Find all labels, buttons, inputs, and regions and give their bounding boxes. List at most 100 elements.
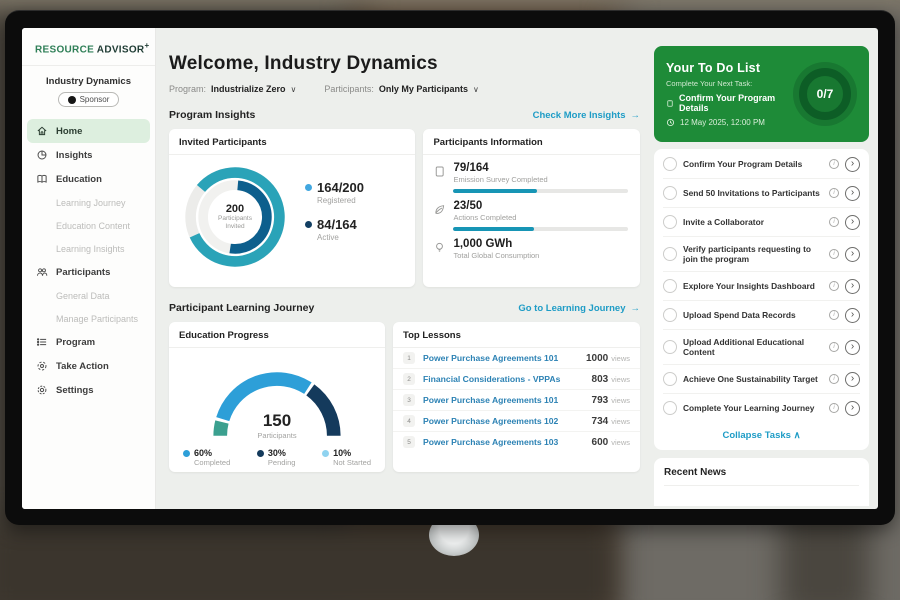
participants-value: Only My Participants xyxy=(379,84,468,94)
info-icon: i xyxy=(829,249,839,259)
task-row-2[interactable]: Send 50 Invitations to Participants i › xyxy=(663,179,860,208)
education-gauge-chart: 150 Participants xyxy=(202,358,352,440)
collapse-tasks-link[interactable]: Collapse Tasks ∧ xyxy=(663,422,860,446)
task-row-3[interactable]: Invite a Collaborator i › xyxy=(663,208,860,237)
lesson-link[interactable]: Power Purchase Agreements 101 xyxy=(423,395,592,405)
task-go-button[interactable]: › xyxy=(845,372,860,387)
lesson-link[interactable]: Financial Considerations - VPPAs xyxy=(423,374,592,384)
card-title: Invited Participants xyxy=(169,129,415,155)
logo-plus: + xyxy=(144,41,149,50)
task-go-button[interactable]: › xyxy=(845,247,860,262)
chevron-right-icon: › xyxy=(851,216,854,227)
lesson-row-1[interactable]: 1 Power Purchase Agreements 101 1000 vie… xyxy=(393,348,640,369)
sidebar-item-take-action[interactable]: Take Action xyxy=(22,354,155,378)
sidebar-item-learning-journey[interactable]: Learning Journey xyxy=(22,191,155,214)
sidebar-item-label: Insights xyxy=(56,150,92,161)
sidebar-item-learning-insights[interactable]: Learning Insights xyxy=(22,237,155,260)
stat-emission-survey: 79/164 Emission Survey Completed xyxy=(433,162,628,193)
sidebar-item-label: Education Content xyxy=(56,221,130,231)
task-checkbox[interactable] xyxy=(663,186,677,200)
leaf-icon xyxy=(433,203,446,216)
task-go-button[interactable]: › xyxy=(845,401,860,416)
check-more-insights-link[interactable]: Check More Insights → xyxy=(533,110,640,121)
task-row-1[interactable]: Confirm Your Program Details i › xyxy=(663,150,860,179)
task-go-button[interactable]: › xyxy=(845,157,860,172)
stat-label: Actions Completed xyxy=(453,213,628,222)
sidebar-item-label: Manage Participants xyxy=(56,314,138,324)
todo-subtitle: Complete Your Next Task: xyxy=(666,79,793,88)
program-label: Program: xyxy=(169,84,206,94)
task-row-6[interactable]: Upload Spend Data Records i › xyxy=(663,301,860,330)
progress-bar xyxy=(453,227,628,231)
sidebar-item-education-content[interactable]: Education Content xyxy=(22,214,155,237)
task-go-button[interactable]: › xyxy=(845,186,860,201)
lesson-row-4[interactable]: 4 Power Purchase Agreements 102 734 view… xyxy=(393,411,640,432)
donut-center-value: 200 xyxy=(226,203,244,215)
legend-label: Pending xyxy=(268,458,296,467)
program-dropdown[interactable]: Program: Industrialize Zero ∨ xyxy=(169,84,296,94)
lesson-link[interactable]: Power Purchase Agreements 101 xyxy=(423,353,586,363)
stat-value: 23/50 xyxy=(453,200,628,212)
task-label: Confirm Your Program Details xyxy=(683,159,823,170)
program-value: Industrialize Zero xyxy=(211,84,286,94)
sidebar-item-home[interactable]: Home xyxy=(27,119,150,143)
link-label: Go to Learning Journey xyxy=(518,303,625,314)
stat-value: 1,000 GWh xyxy=(453,238,628,250)
link-label: Check More Insights xyxy=(533,110,626,121)
lesson-link[interactable]: Power Purchase Agreements 102 xyxy=(423,416,592,426)
task-checkbox[interactable] xyxy=(663,247,677,261)
sidebar-item-label: Learning Journey xyxy=(56,198,126,208)
views-count: 734 xyxy=(592,416,609,427)
task-row-9[interactable]: Complete Your Learning Journey i › xyxy=(663,394,860,422)
task-checkbox[interactable] xyxy=(663,340,677,354)
sidebar-item-label: Take Action xyxy=(56,361,109,372)
sponsor-badge: Sponsor xyxy=(58,92,120,107)
task-row-4[interactable]: Verify participants requesting to join t… xyxy=(663,237,860,272)
task-checkbox[interactable] xyxy=(663,372,677,386)
task-label: Achieve One Sustainability Target xyxy=(683,374,823,385)
info-icon: i xyxy=(829,217,839,227)
views-count: 803 xyxy=(592,374,609,385)
task-row-8[interactable]: Achieve One Sustainability Target i › xyxy=(663,365,860,394)
task-checkbox[interactable] xyxy=(663,157,677,171)
rank-badge: 1 xyxy=(403,352,415,364)
task-checkbox[interactable] xyxy=(663,308,677,322)
task-checkbox[interactable] xyxy=(663,215,677,229)
lesson-row-5[interactable]: 5 Power Purchase Agreements 103 600 view… xyxy=(393,432,640,452)
rank-badge: 2 xyxy=(403,373,415,385)
sidebar-item-settings[interactable]: Settings xyxy=(22,378,155,402)
sponsor-icon xyxy=(68,96,76,104)
sidebar-item-education[interactable]: Education xyxy=(22,167,155,191)
task-checkbox[interactable] xyxy=(663,279,677,293)
task-go-button[interactable]: › xyxy=(845,279,860,294)
sidebar-item-program[interactable]: Program xyxy=(22,330,155,354)
go-to-learning-journey-link[interactable]: Go to Learning Journey → xyxy=(518,303,640,314)
legend-pending: 30% Pending xyxy=(257,448,296,467)
task-go-button[interactable]: › xyxy=(845,340,860,355)
task-go-button[interactable]: › xyxy=(845,215,860,230)
views-suffix: views xyxy=(611,438,630,447)
chevron-right-icon: › xyxy=(851,402,854,413)
app-logo[interactable]: RESOURCE ADVISOR+ xyxy=(22,28,155,66)
task-go-button[interactable]: › xyxy=(845,308,860,323)
chevron-right-icon: › xyxy=(851,280,854,291)
take-action-icon xyxy=(36,360,48,372)
task-row-7[interactable]: Upload Additional Educational Content i … xyxy=(663,330,860,365)
task-row-5[interactable]: Explore Your Insights Dashboard i › xyxy=(663,272,860,301)
sidebar-item-label: Settings xyxy=(56,385,93,396)
sidebar-item-general-data[interactable]: General Data xyxy=(22,284,155,307)
education-progress-card: Education Progress 150 Participants 60% xyxy=(169,322,385,472)
lesson-link[interactable]: Power Purchase Agreements 103 xyxy=(423,437,592,447)
task-checkbox[interactable] xyxy=(663,401,677,415)
lesson-row-3[interactable]: 3 Power Purchase Agreements 101 793 view… xyxy=(393,390,640,411)
lesson-row-2[interactable]: 2 Financial Considerations - VPPAs 803 v… xyxy=(393,369,640,390)
sidebar-item-insights[interactable]: Insights xyxy=(22,143,155,167)
task-label: Verify participants requesting to join t… xyxy=(683,244,823,265)
participants-dropdown[interactable]: Participants: Only My Participants ∨ xyxy=(324,84,478,94)
home-icon xyxy=(36,125,48,137)
sidebar-item-participants[interactable]: Participants xyxy=(22,260,155,284)
filters-row: Program: Industrialize Zero ∨ Participan… xyxy=(169,84,640,94)
sidebar-item-manage-participants[interactable]: Manage Participants xyxy=(22,307,155,330)
info-icon: i xyxy=(829,403,839,413)
monitor-bezel: RESOURCE ADVISOR+ Industry Dynamics Spon… xyxy=(5,10,895,525)
